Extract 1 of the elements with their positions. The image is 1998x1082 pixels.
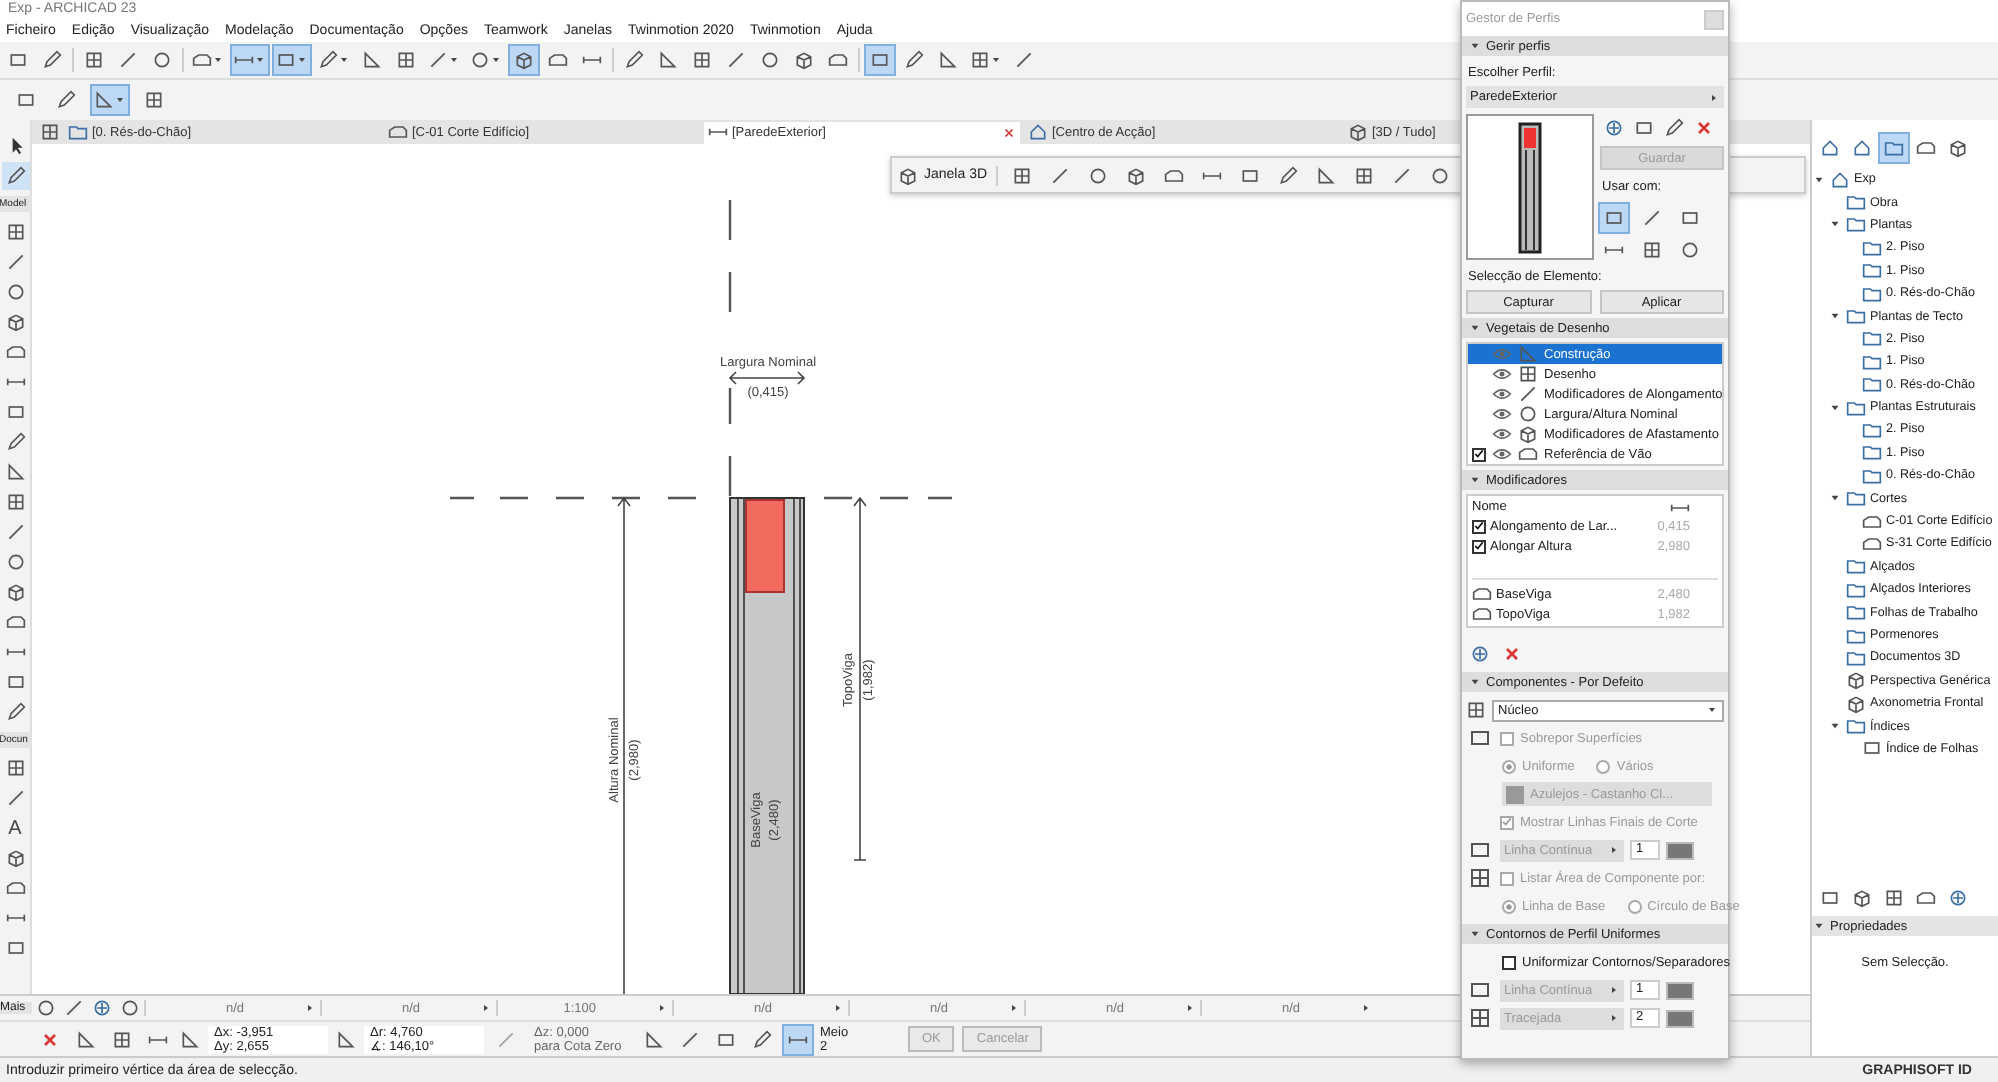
text-tool[interactable]: A (1, 814, 29, 842)
